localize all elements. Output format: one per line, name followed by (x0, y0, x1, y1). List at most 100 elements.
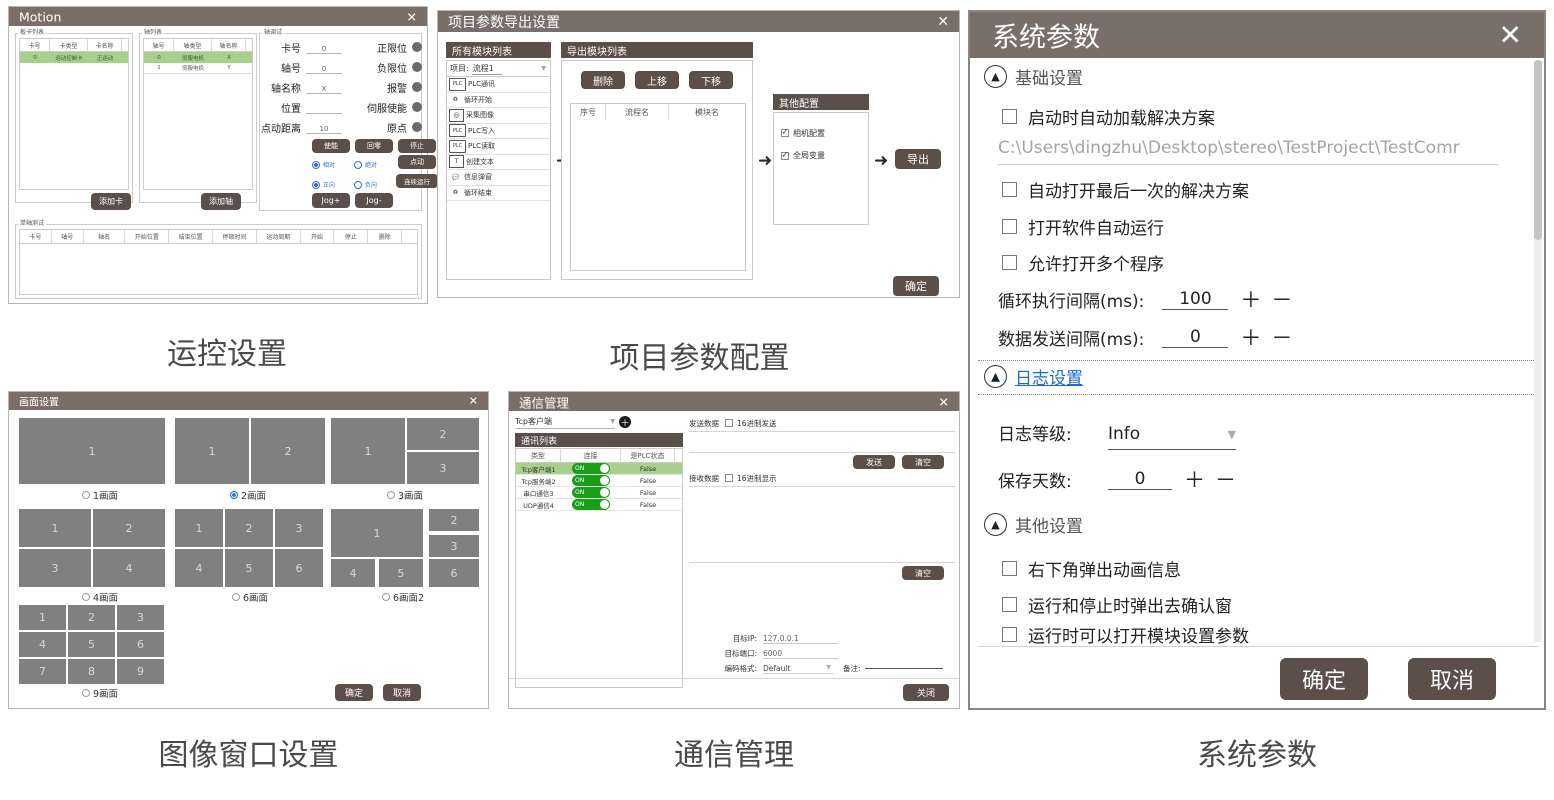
position-input[interactable] (306, 101, 342, 114)
card-no-input[interactable]: 0 (306, 41, 342, 54)
scrollbar-thumb[interactable] (1534, 60, 1542, 240)
send-data-textarea[interactable] (689, 431, 955, 453)
module-items[interactable]: PLC PLC通讯 ♻ 循环开始 ◎ 采集图像 PLC PLC写入 PLC PLC读取 T 创建文本 💬… (447, 77, 550, 201)
solution-path-input[interactable]: C:\Users\dingzhu\Desktop\stereo\TestProj… (998, 138, 1498, 165)
chevron-down-icon[interactable]: ▼ (541, 65, 546, 72)
axis-table[interactable]: 轴号 轴类型 轴名称 0 伺服电机 X 1 伺服电机 Y (143, 38, 253, 190)
list-item[interactable]: ♻ 循环结束 (447, 186, 550, 201)
table-row[interactable]: 0 运动控制卡 正运动 (20, 52, 128, 63)
ok-button[interactable]: 确定 (1280, 658, 1368, 700)
section-other[interactable]: ▲ 其他设置 (984, 512, 1083, 537)
list-item[interactable]: PLC PLC写入 (447, 124, 550, 139)
cancel-button[interactable]: 取消 (1408, 658, 1496, 700)
checkbox-open-last-solution[interactable]: 自动打开最后一次的解决方案 (1002, 177, 1249, 202)
radio-absolute[interactable]: 绝对 (354, 160, 377, 169)
comm-type-select[interactable]: Tcp客户端 ▼ (515, 415, 615, 429)
radio-layout-4[interactable]: 4画面 (82, 590, 118, 604)
list-item[interactable]: T 创建文本 (447, 155, 550, 170)
add-icon[interactable]: ＋ (619, 416, 631, 429)
continuous-run-button[interactable]: 连续运行 (396, 174, 438, 188)
radio-layout-1[interactable]: 1画面 (82, 488, 118, 502)
list-item[interactable]: ♻ 循环开始 (447, 93, 550, 108)
loop-interval-plus-button[interactable]: ＋ (1240, 284, 1261, 314)
radio-reverse[interactable]: 负向 (354, 180, 377, 189)
chevron-down-icon[interactable]: ▼ (826, 664, 831, 671)
checkbox-popup-animation[interactable]: 右下角弹出动画信息 (1002, 556, 1181, 581)
close-icon[interactable]: ✕ (407, 9, 417, 24)
scrollbar-track[interactable] (1534, 60, 1542, 642)
comm-table[interactable]: 类型 连接 是PLC状态 Tcp客户端1 ON False Tcp服务端2 ON Fals… (515, 448, 683, 688)
add-card-button[interactable]: 添加卡 (91, 193, 131, 210)
project-selector[interactable]: 项目: 流程1 ▼ (447, 61, 550, 77)
close-icon[interactable]: ✕ (1499, 19, 1522, 52)
chevron-down-icon[interactable]: ▼ (610, 418, 615, 425)
chevron-down-icon[interactable]: ▼ (1228, 428, 1236, 441)
axis-name-input[interactable]: X (306, 81, 342, 94)
radio-layout-9[interactable]: 9画面 (82, 686, 118, 700)
test-table[interactable]: 卡号 轴号 轴名 开始位置 结束位置 停顿时间 运动周期 开始 停止 删除 (19, 229, 418, 295)
enable-button[interactable]: 使能 (312, 139, 350, 153)
jog-minus-button[interactable]: Jog- (355, 193, 393, 208)
export-table[interactable]: 序号 流程名 模块名 (570, 103, 746, 271)
table-row[interactable]: 0 伺服电机 X (144, 52, 252, 63)
clear-recv-button[interactable]: 清空 (902, 566, 944, 580)
radio-layout-3[interactable]: 3画面 (387, 488, 423, 502)
radio-layout-6-2[interactable]: 6画面2 (382, 590, 424, 604)
jog-once-button[interactable]: 点动 (398, 155, 436, 169)
log-level-select[interactable]: Info ▼ (1108, 424, 1236, 450)
close-button[interactable]: 关闭 (903, 684, 949, 701)
log-textarea[interactable] (689, 582, 955, 630)
list-item[interactable]: PLC PLC通讯 (447, 77, 550, 93)
recv-data-textarea[interactable] (689, 486, 955, 563)
connection-toggle[interactable]: ON (561, 463, 621, 474)
checkbox-hex-display[interactable]: 16进制显示 (725, 473, 777, 484)
note-input[interactable] (864, 668, 943, 669)
add-axis-button[interactable]: 添加轴 (201, 193, 241, 210)
save-days-input[interactable]: 0 (1108, 469, 1172, 490)
connection-toggle[interactable]: ON (561, 499, 621, 510)
checkbox-open-module-params-while-running[interactable]: 运行时可以打开模块设置参数 (1002, 622, 1249, 647)
toggle-switch[interactable]: ON (572, 475, 610, 486)
send-interval-minus-button[interactable]: － (1271, 322, 1292, 352)
comm-row-container[interactable]: Tcp客户端1 ON False Tcp服务端2 ON False 串口通信3 ON False… (516, 463, 682, 511)
cancel-button[interactable]: 取消 (383, 684, 421, 701)
clear-send-button[interactable]: 清空 (902, 455, 944, 469)
home-button[interactable]: 回零 (355, 139, 393, 153)
list-item[interactable]: PLC PLC读取 (447, 139, 550, 155)
target-port-input[interactable]: 6000 (763, 649, 838, 659)
checkbox-hex-send[interactable]: 16进制发送 (725, 418, 777, 429)
radio-layout-2[interactable]: 2画面 (230, 488, 266, 502)
table-row[interactable]: Tcp客户端1 ON False (516, 463, 682, 475)
connection-toggle[interactable]: ON (561, 487, 621, 498)
table-row[interactable]: Tcp服务端2 ON False (516, 475, 682, 487)
send-button[interactable]: 发送 (853, 455, 895, 469)
checkbox-autorun-on-open[interactable]: 打开软件自动运行 (1002, 214, 1164, 239)
checkbox-autoload-solution[interactable]: 启动时自动加载解决方案 (1002, 104, 1215, 129)
section-log[interactable]: ▲ 日志设置 (984, 364, 1083, 389)
all-modules-list[interactable]: 项目: 流程1 ▼ PLC PLC通讯 ♻ 循环开始 ◎ 采集图像 PLC PLC写入 PLC P… (446, 60, 551, 280)
delete-button[interactable]: 删除 (581, 71, 625, 89)
encoding-select[interactable]: Default ▼ (763, 664, 833, 674)
save-days-minus-button[interactable]: － (1215, 464, 1236, 494)
checkbox-camera-config[interactable]: 相机配置 (781, 128, 825, 139)
move-down-button[interactable]: 下移 (689, 71, 733, 89)
connection-toggle[interactable]: ON (561, 475, 621, 486)
list-item[interactable]: 💬 信息弹窗 (447, 170, 550, 186)
checkbox-global-variable[interactable]: 全局变量 (781, 150, 825, 161)
close-icon[interactable]: ✕ (937, 14, 949, 30)
ok-button[interactable]: 确定 (335, 684, 373, 701)
list-item[interactable]: ◎ 采集图像 (447, 108, 550, 124)
save-days-plus-button[interactable]: ＋ (1184, 464, 1205, 494)
axis-no-input[interactable]: 0 (306, 61, 342, 74)
loop-interval-minus-button[interactable]: － (1271, 284, 1292, 314)
toggle-switch[interactable]: ON (572, 487, 610, 498)
toggle-switch[interactable]: ON (572, 499, 610, 510)
radio-forward[interactable]: 正向 (312, 180, 335, 189)
close-icon[interactable]: ✕ (469, 395, 478, 408)
checkbox-allow-multi-instance[interactable]: 允许打开多个程序 (1002, 250, 1164, 275)
toggle-switch[interactable]: ON (572, 463, 610, 474)
target-ip-input[interactable]: 127.0.0.1 (763, 634, 838, 644)
jog-distance-input[interactable]: 10 (306, 121, 342, 134)
radio-relative[interactable]: 相对 (312, 160, 335, 169)
send-interval-input[interactable]: 0 (1162, 327, 1229, 348)
